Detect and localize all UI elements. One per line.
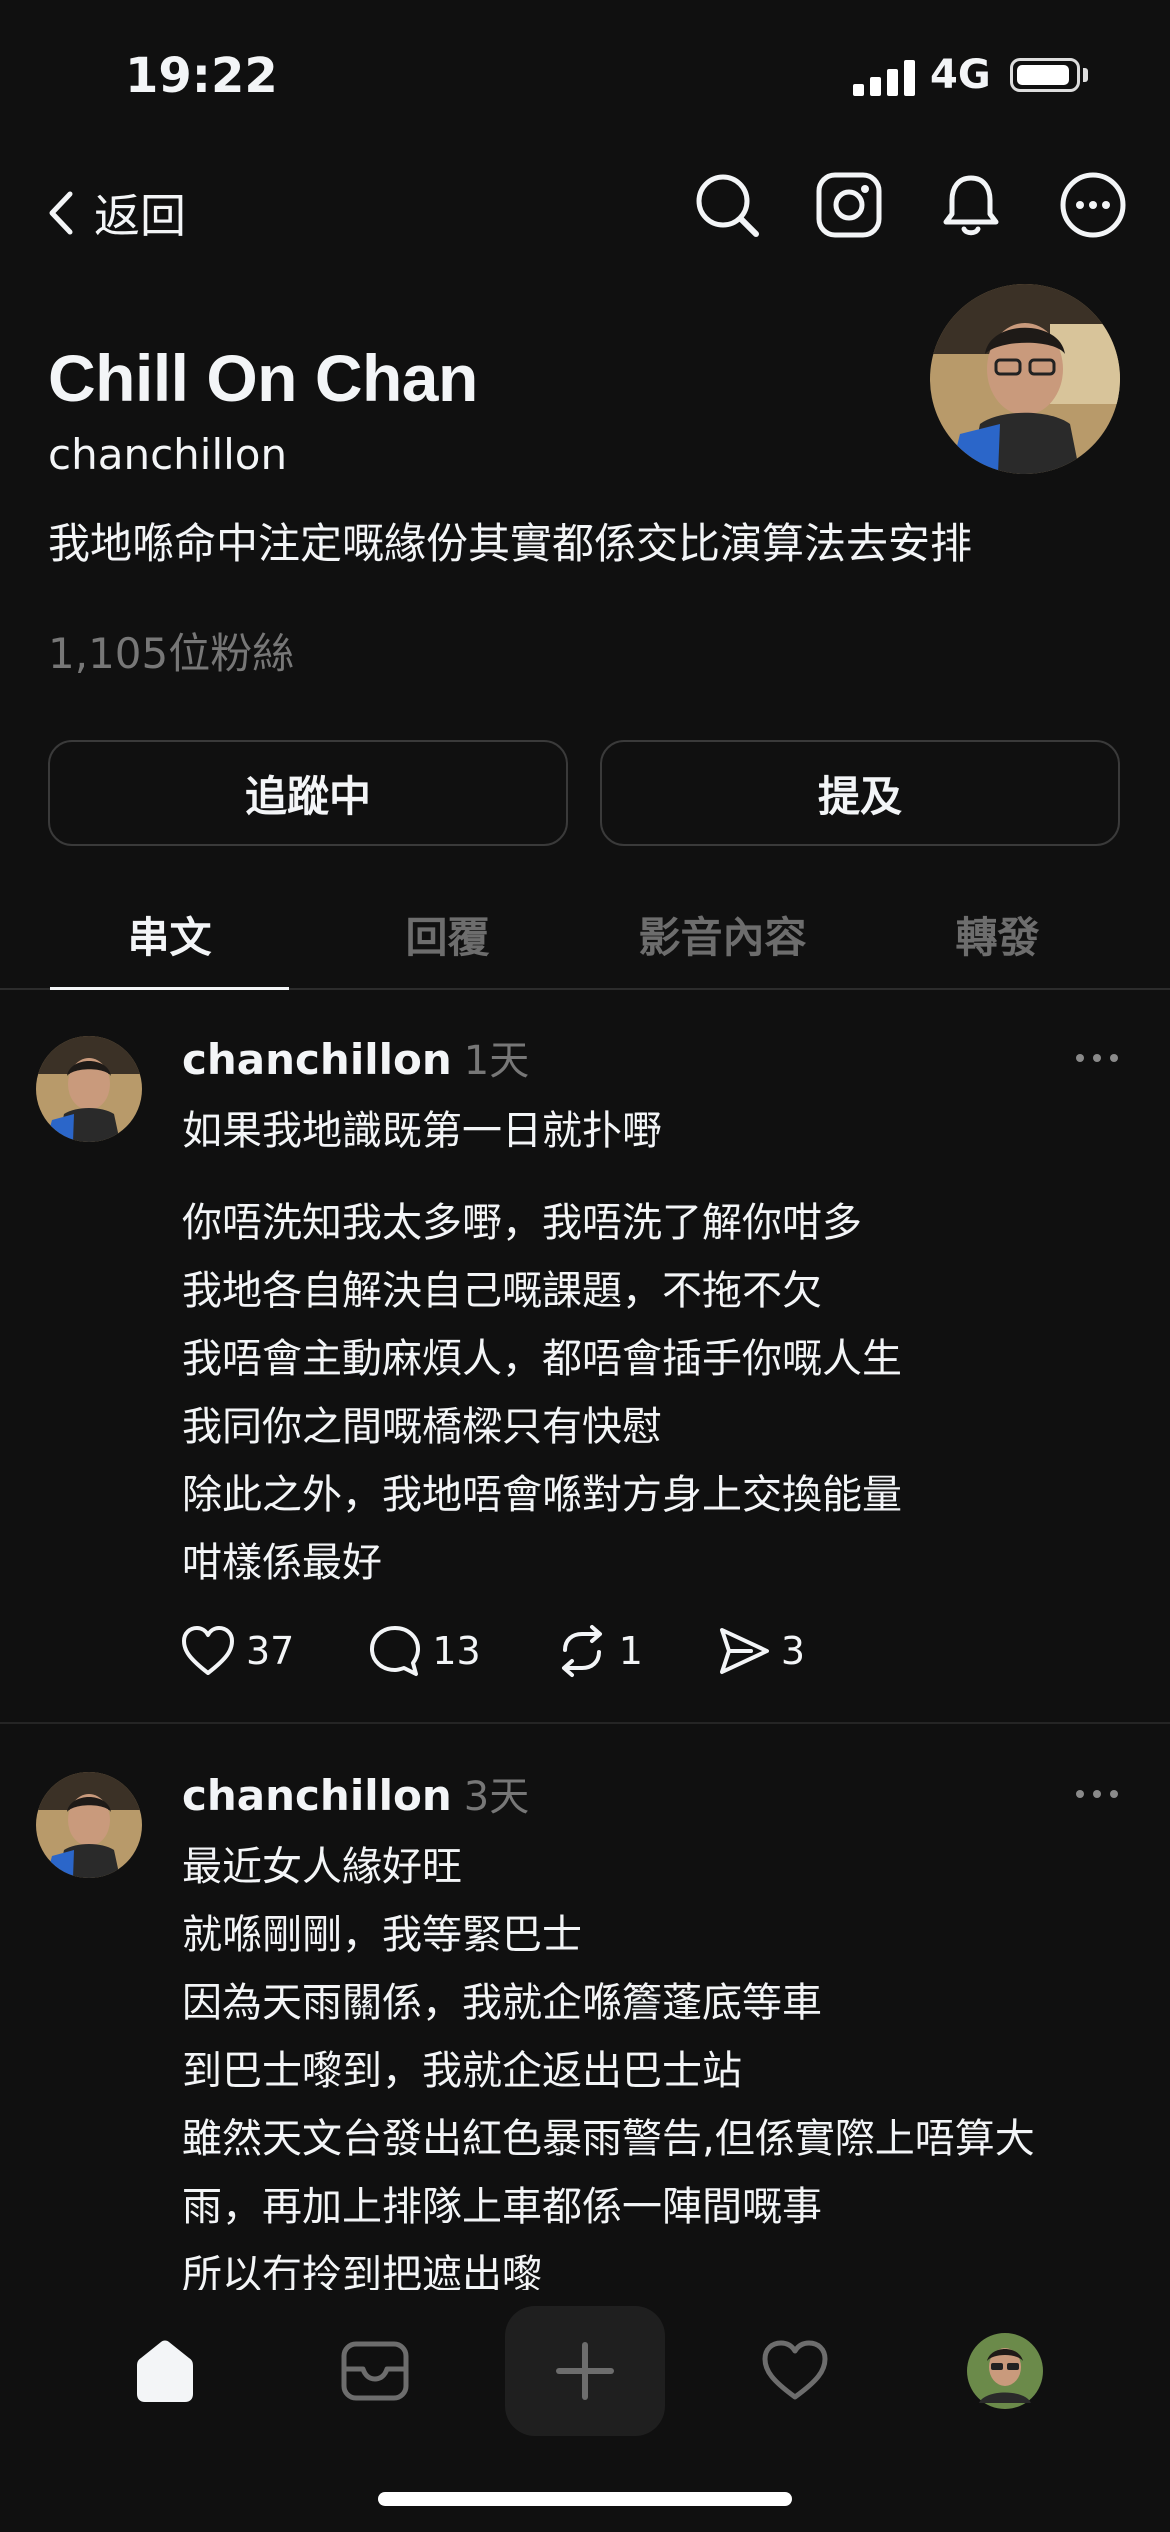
network-type: 4G [930,52,991,98]
send-icon [719,1628,769,1674]
comment-icon [370,1626,421,1676]
nav-inbox[interactable] [310,2306,440,2436]
post-text-line: 如果我地識既第一日就扑嘢 [182,1108,662,1154]
instagram-icon[interactable] [814,170,884,240]
more-icon[interactable] [1072,1048,1122,1068]
inbox-icon [341,2341,409,2401]
share-count: 3 [780,1629,806,1673]
avatar [967,2333,1043,2409]
repost-button[interactable]: 1 [555,1624,643,1678]
like-button[interactable]: 37 [180,1624,294,1678]
tab-reposts[interactable]: 轉發 [860,880,1135,988]
back-button[interactable]: 返回 [46,180,186,246]
bottom-nav [0,2290,1170,2440]
bell-icon[interactable] [936,170,1006,240]
nav-activity[interactable] [730,2306,860,2436]
post-actions: 37 13 1 3 [180,1624,879,1678]
more-options-icon[interactable] [1058,170,1128,240]
tab-threads[interactable]: 串文 [32,880,307,990]
post-text-line: 我唔會主動麻煩人，都唔會插手你嘅人生 [182,1336,902,1382]
status-bar: 19:22 4G [0,0,1170,150]
search-icon[interactable] [692,170,762,240]
post-text-line: 就喺剛剛，我等緊巴士 [182,1912,582,1958]
mention-button[interactable]: 提及 [600,740,1120,846]
post-username[interactable]: chanchillon [182,1771,452,1820]
tab-replies[interactable]: 回覆 [310,880,585,988]
post-timestamp: 3天 [463,1774,530,1820]
post-avatar[interactable] [36,1036,142,1142]
post-divider [0,1722,1170,1724]
comment-count: 13 [432,1629,481,1673]
post-text-line: 雨，再加上排隊上車都係一陣間嘅事 [182,2184,822,2230]
more-icon[interactable] [1072,1784,1122,1804]
battery-cap [1083,68,1088,82]
signal-icon [853,60,915,96]
post-username[interactable]: chanchillon [182,1035,452,1084]
chevron-left-icon [49,191,73,235]
repost-icon [561,1625,602,1677]
post-text-line: 雖然天文台發出紅色暴雨警告,但係實際上唔算大 [182,2116,1035,2162]
home-icon [137,2340,193,2402]
following-button[interactable]: 追蹤中 [48,740,568,846]
post-text-line: 咁樣係最好 [182,1540,382,1586]
home-indicator[interactable] [378,2492,792,2506]
post-text-line: 到巴士嚟到，我就企返出巴士站 [182,2048,742,2094]
post-text-line: 因為天雨關係，我就企喺簷蓬底等車 [182,1980,822,2026]
post-text-line: 最近女人緣好旺 [182,1844,462,1890]
post-timestamp: 1天 [463,1038,530,1084]
heart-icon [182,1626,234,1675]
post-text-line: 我同你之間嘅橋樑只有快慰 [182,1404,662,1450]
comment-button[interactable]: 13 [368,1624,481,1678]
top-nav: 返回 [0,160,1170,260]
post-text-line: 我地各自解決自己嘅課題，不拖不欠 [182,1268,822,1314]
post-text-line: 除此之外，我地唔會喺對方身上交換能量 [182,1472,902,1518]
tab-media[interactable]: 影音內容 [585,880,860,988]
back-label: 返回 [94,189,186,243]
like-count: 37 [246,1629,295,1673]
profile-handle: chanchillon [48,430,288,479]
repost-count: 1 [618,1629,643,1673]
post-text-line: 你唔洗知我太多嘢，我唔洗了解你咁多 [182,1200,862,1246]
profile-tabs: 串文 回覆 影音內容 轉發 [0,880,1170,990]
post-avatar[interactable] [36,1772,142,1878]
heart-icon [762,2340,828,2400]
share-button[interactable]: 3 [717,1624,805,1678]
plus-icon [556,2342,614,2400]
status-time: 19:22 [125,48,278,104]
nav-create[interactable] [505,2306,665,2436]
followers-count[interactable]: 1,105位粉絲 [48,620,294,681]
profile-bio: 我地喺命中注定嘅緣份其實都係交比演算法去安排 [48,519,973,568]
profile-name: Chill On Chan [48,341,478,415]
nav-home[interactable] [100,2306,230,2436]
profile-avatar[interactable] [930,284,1120,474]
nav-profile[interactable] [940,2306,1070,2436]
battery-icon [1010,58,1080,92]
